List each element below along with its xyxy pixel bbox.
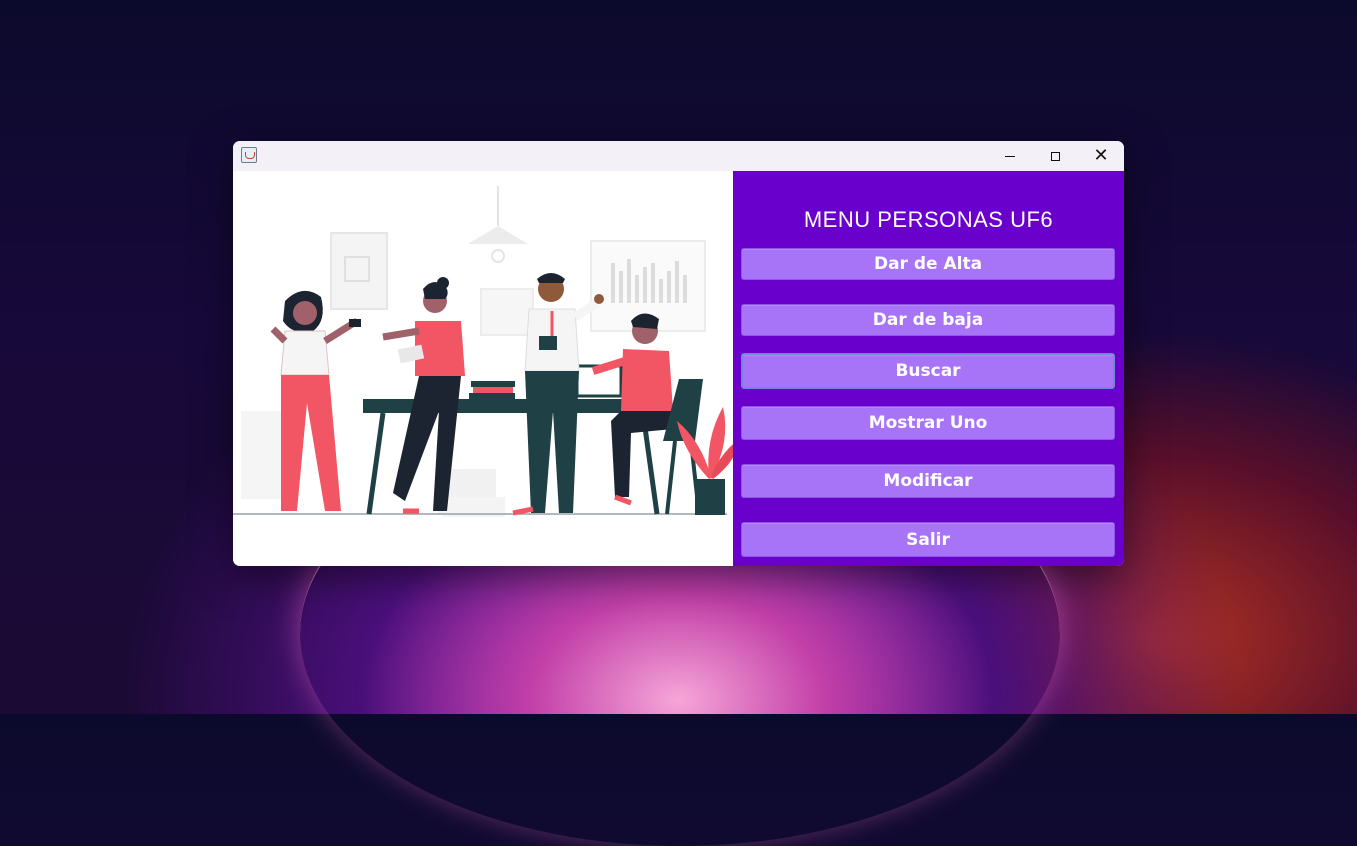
menu-panel: MENU PERSONAS UF6 Dar de Alta Dar de baj… xyxy=(733,171,1124,566)
dar-de-baja-button[interactable]: Dar de baja xyxy=(741,304,1115,336)
title-bar[interactable]: ✕ xyxy=(233,141,1124,171)
close-button[interactable]: ✕ xyxy=(1078,141,1124,171)
salir-button[interactable]: Salir xyxy=(741,522,1115,557)
mostrar-uno-button[interactable]: Mostrar Uno xyxy=(741,406,1115,440)
close-icon: ✕ xyxy=(1093,145,1109,166)
illustration-panel xyxy=(233,171,739,566)
team-meeting-illustration xyxy=(233,186,739,517)
maximize-icon xyxy=(1050,151,1060,161)
minimize-button[interactable] xyxy=(987,141,1033,171)
maximize-button[interactable] xyxy=(1032,141,1078,171)
minimize-icon xyxy=(1005,155,1015,157)
dar-de-alta-button[interactable]: Dar de Alta xyxy=(741,248,1115,280)
java-app-icon xyxy=(241,147,257,163)
menu-title: MENU PERSONAS UF6 xyxy=(803,207,1054,232)
modificar-button[interactable]: Modificar xyxy=(741,464,1115,498)
app-window: ✕ MENU PERSONAS UF6 Dar de Alta Dar de b… xyxy=(233,141,1124,566)
buscar-button[interactable]: Buscar xyxy=(741,353,1115,389)
